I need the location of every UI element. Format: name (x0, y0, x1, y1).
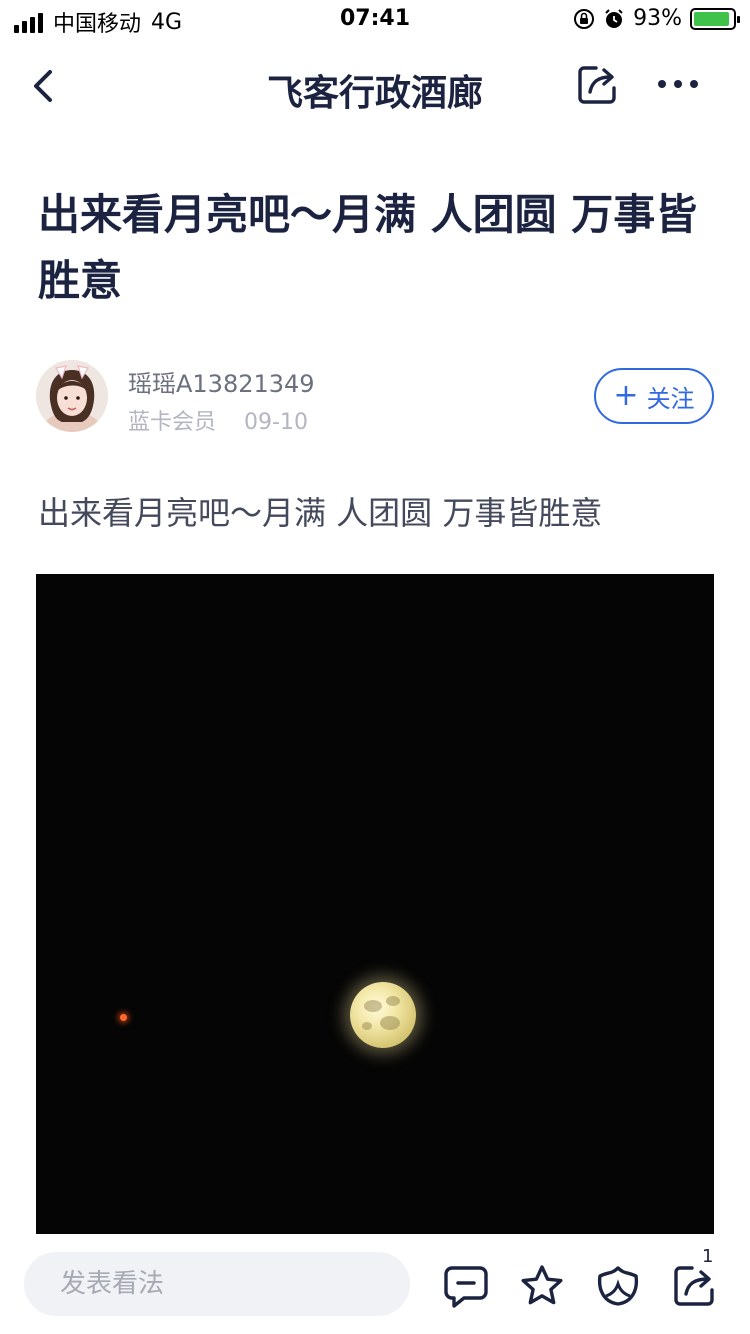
nav-bar: 飞客行政酒廊 (0, 44, 750, 128)
orientation-lock-icon (574, 8, 595, 29)
follow-label: 关注 (646, 384, 695, 413)
moon-photo[interactable] (36, 574, 714, 1234)
comment-icon[interactable] (442, 1262, 490, 1310)
status-right: 93% (573, 6, 740, 31)
member-level: 蓝卡会员 (128, 410, 217, 435)
more-icon[interactable] (654, 66, 702, 102)
bottom-bar: 1 (0, 1240, 750, 1334)
moon (350, 982, 416, 1048)
like-icon[interactable] (594, 1262, 642, 1310)
red-star-dot (120, 1014, 127, 1021)
author-meta: 蓝卡会员 09-10 (128, 404, 308, 436)
follow-button[interactable]: + 关注 (594, 368, 714, 424)
status-bar: 中国移动 4G 07:41 93% (0, 0, 750, 40)
share-icon[interactable] (576, 62, 620, 106)
alarm-icon (605, 8, 623, 28)
page-title: 飞客行政酒廊 (266, 73, 483, 114)
comment-input[interactable] (24, 1252, 410, 1316)
share-icon[interactable] (670, 1262, 718, 1310)
battery-percent: 93% (633, 6, 682, 31)
share-count: 1 (702, 1246, 714, 1267)
post-date: 09-10 (244, 410, 308, 435)
article-title: 出来看月亮吧～月满 人团圆 万事皆胜意 (38, 190, 698, 305)
avatar[interactable] (36, 360, 108, 432)
star-icon[interactable] (518, 1262, 566, 1310)
article-body: 出来看月亮吧～月满 人团圆 万事皆胜意 (38, 494, 603, 532)
author-name[interactable]: 瑶瑶A13821349 (128, 364, 315, 399)
author-row: 瑶瑶A13821349 蓝卡会员 09-10 + 关注 (36, 360, 716, 436)
plus-icon: + (613, 378, 639, 413)
battery-charging-icon (690, 7, 740, 30)
